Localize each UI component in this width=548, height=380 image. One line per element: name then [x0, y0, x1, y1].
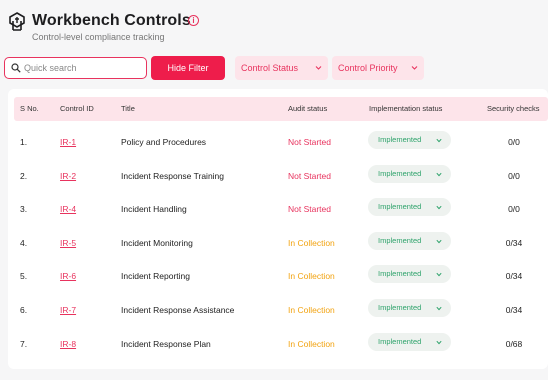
control-title: Incident Handling [121, 204, 187, 215]
security-checks-count: 0/34 [505, 305, 523, 315]
control-id-link[interactable]: IR-7 [60, 305, 76, 315]
column-header-implementation-status: Implementation status [369, 104, 443, 113]
controls-table: S No. Control ID Title Audit status Impl… [8, 89, 548, 369]
implementation-status-label: Implemented [378, 202, 422, 212]
implementation-status-dropdown[interactable]: Implemented [368, 198, 451, 217]
info-icon[interactable]: i [188, 15, 199, 26]
control-priority-label: Control Priority [338, 63, 398, 73]
security-checks-count: 0/34 [505, 271, 523, 282]
control-title: Policy and Procedures [121, 137, 207, 147]
control-id-link[interactable]: IR-2 [60, 171, 76, 181]
table-header: S No. Control ID Title Audit status Impl… [14, 97, 548, 121]
chevron-down-icon [436, 138, 442, 143]
implementation-status-dropdown[interactable]: Implemented [368, 164, 451, 183]
implementation-status-dropdown[interactable]: Implemented [368, 131, 451, 149]
control-id-link[interactable]: IR-6 [60, 271, 76, 281]
implementation-status-label: Implemented [378, 303, 422, 312]
security-checks-count: 0/34 [505, 237, 523, 248]
implementation-status-dropdown[interactable]: Implemented [368, 265, 451, 284]
implementation-status-dropdown[interactable]: Implemented [368, 299, 451, 317]
hide-filter-button[interactable]: Hide Filter [151, 56, 225, 80]
audit-status: In Collection [288, 338, 335, 349]
control-title: Incident Reporting [121, 271, 190, 282]
control-id-link[interactable]: IR-1 [60, 137, 76, 147]
security-checks-count: 0/68 [505, 338, 523, 349]
control-status-label: Control Status [241, 63, 299, 73]
control-id-link[interactable]: IR-5 [60, 238, 76, 248]
column-header-control-id: Control ID [60, 104, 94, 113]
control-title: Incident Monitoring [121, 237, 193, 248]
audit-status: In Collection [288, 237, 335, 248]
page-header: Workbench Controls i Control-level compl… [8, 12, 538, 46]
page-subtitle: Control-level compliance tracking [32, 32, 165, 42]
row-sno: 4. [20, 237, 28, 248]
implementation-status-label: Implemented [378, 135, 422, 144]
column-header-security-checks: Security checks [487, 104, 540, 113]
row-sno: 2. [20, 170, 28, 181]
audit-status: Not Started [288, 204, 331, 215]
implementation-status-dropdown[interactable]: Implemented [368, 231, 451, 250]
search-icon [11, 63, 21, 73]
table-row[interactable]: 7. IR-8 Incident Response Plan In Collectio… [8, 327, 548, 361]
security-checks-count: 0/0 [508, 204, 520, 215]
chevron-down-icon [436, 306, 442, 311]
chevron-down-icon [436, 340, 442, 344]
column-header-title: Title [121, 104, 135, 113]
page-title: Workbench Controls [32, 12, 191, 29]
table-row[interactable]: 4. IR-5 Incident Monitoring In Collection Im… [8, 226, 548, 260]
search-input[interactable] [24, 60, 142, 76]
control-title: Incident Response Training [121, 170, 225, 181]
workbench-logo-icon [9, 12, 25, 31]
row-sno: 7. [20, 338, 28, 349]
security-checks-count: 0/0 [508, 170, 520, 181]
quick-search[interactable] [4, 57, 147, 79]
table-row[interactable]: 2. IR-2 Incident Response Training Not Star… [8, 159, 548, 193]
audit-status: In Collection [288, 271, 335, 282]
audit-status: Not Started [288, 170, 331, 181]
control-status-dropdown[interactable]: Control Status [235, 56, 328, 80]
chevron-down-icon [411, 66, 418, 70]
column-header-audit-status: Audit status [288, 104, 328, 113]
control-title: Incident Response Assistance [121, 305, 235, 315]
table-row[interactable]: 1. IR-1 Policy and Procedures Not Started Im… [8, 125, 548, 159]
chevron-down-icon [436, 273, 442, 277]
audit-status: In Collection [288, 305, 335, 315]
chevron-down-icon [436, 172, 442, 176]
implementation-status-label: Implemented [378, 235, 422, 245]
row-sno: 5. [20, 271, 28, 282]
column-header-sno: S No. [20, 104, 39, 113]
control-id-link[interactable]: IR-8 [60, 339, 76, 349]
implementation-status-label: Implemented [378, 336, 422, 346]
control-priority-dropdown[interactable]: Control Priority [332, 56, 424, 80]
security-checks-count: 0/0 [508, 137, 520, 147]
control-id-link[interactable]: IR-4 [60, 204, 76, 214]
chevron-down-icon [315, 66, 322, 70]
audit-status: Not Started [288, 137, 331, 147]
control-title: Incident Response Plan [121, 338, 211, 349]
chevron-down-icon [436, 239, 442, 244]
filter-toolbar: Hide Filter Control Status Control Prior… [4, 55, 544, 81]
row-sno: 1. [20, 137, 28, 147]
row-sno: 6. [20, 305, 28, 315]
chevron-down-icon [436, 206, 442, 210]
table-row[interactable]: 6. IR-7 Incident Response Assistance In Col… [8, 293, 548, 327]
table-row[interactable]: 3. IR-4 Incident Handling Not Started Implem… [8, 192, 548, 226]
implementation-status-dropdown[interactable]: Implemented [368, 332, 451, 351]
row-sno: 3. [20, 204, 28, 215]
implementation-status-label: Implemented [378, 269, 422, 279]
implementation-status-label: Implemented [378, 168, 422, 178]
table-row[interactable]: 5. IR-6 Incident Reporting In Collection Imp… [8, 259, 548, 293]
